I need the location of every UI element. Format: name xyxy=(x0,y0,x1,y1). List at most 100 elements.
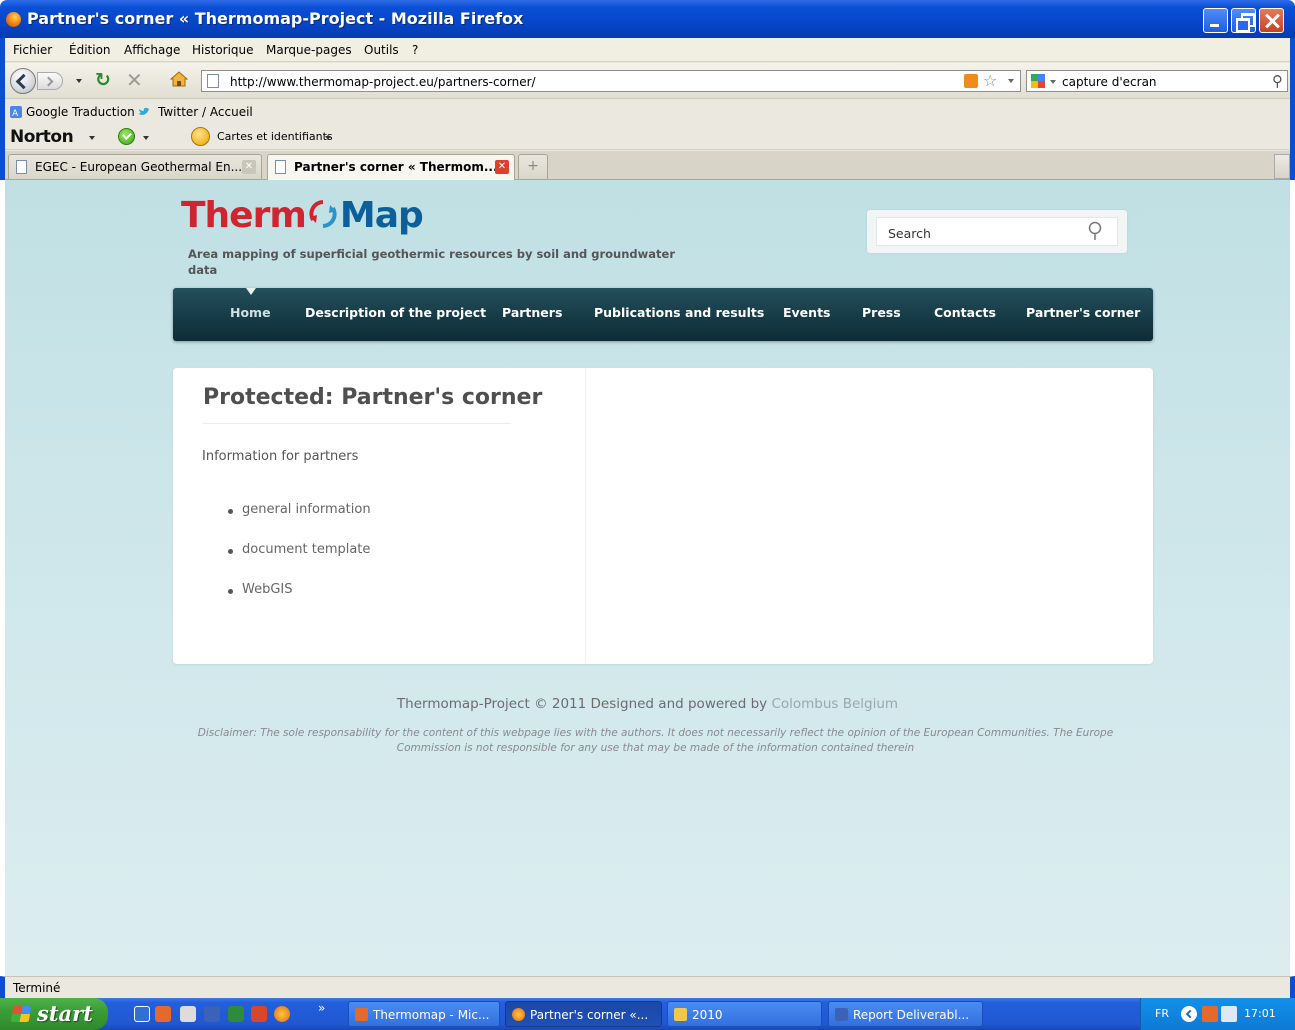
rss-icon[interactable] xyxy=(964,74,978,88)
link-document-template[interactable]: document template xyxy=(227,542,371,582)
svg-text:A: A xyxy=(12,109,19,118)
status-bar: Terminé xyxy=(0,976,1295,998)
norton-safe-check-icon[interactable] xyxy=(118,128,135,145)
scanner-quicklaunch-icon[interactable] xyxy=(180,1006,196,1022)
site-logo[interactable]: Therm Map xyxy=(181,195,424,236)
nav-publications[interactable]: Publications and results xyxy=(594,305,764,320)
word-icon xyxy=(835,1008,848,1021)
close-tab-icon[interactable]: ✕ xyxy=(242,160,256,174)
new-tab-button[interactable]: + xyxy=(518,154,548,179)
search-icon[interactable] xyxy=(1087,221,1105,241)
nav-events[interactable]: Events xyxy=(783,305,830,320)
menu-historique[interactable]: Historique xyxy=(192,43,254,57)
windows-flag-icon xyxy=(10,1006,32,1022)
task-firefox[interactable]: Partner's corner «... xyxy=(505,1001,662,1027)
url-text[interactable]: http://www.thermomap-project.eu/partners… xyxy=(230,75,536,89)
url-bar[interactable]: http://www.thermomap-project.eu/partners… xyxy=(201,70,1021,92)
ie-quicklaunch-icon[interactable] xyxy=(134,1006,150,1022)
tab-list-button[interactable] xyxy=(1274,154,1290,179)
excel-quicklaunch-icon[interactable] xyxy=(228,1006,244,1022)
link-general-information[interactable]: general information xyxy=(227,502,371,542)
window-title-bar[interactable]: Partner's corner « Thermomap-Project - M… xyxy=(0,0,1295,38)
navigation-toolbar: ↻ ✕ http://www.thermomap-project.eu/part… xyxy=(5,63,1290,99)
menu-affichage[interactable]: Affichage xyxy=(124,43,180,57)
tab-egec[interactable]: EGEC - European Geothermal En... ✕ xyxy=(8,154,262,179)
stop-icon[interactable]: ✕ xyxy=(126,68,143,92)
logo-cycle-arrows-icon xyxy=(309,200,337,228)
menu-outils[interactable]: Outils xyxy=(364,43,399,57)
language-indicator[interactable]: FR xyxy=(1155,1007,1169,1020)
page-icon xyxy=(275,160,286,174)
logo-text-therm: Therm xyxy=(181,195,307,236)
norton-dropdown-icon[interactable] xyxy=(89,136,95,140)
bookmark-star-icon[interactable]: ☆ xyxy=(983,71,997,90)
start-button[interactable]: start xyxy=(0,998,108,1030)
reload-icon[interactable]: ↻ xyxy=(95,69,111,91)
active-nav-indicator xyxy=(246,288,256,295)
bookmark-google-traduction[interactable]: Google Traduction xyxy=(26,105,135,119)
folder-icon xyxy=(674,1008,687,1021)
twitter-bird-icon xyxy=(139,107,149,115)
close-tab-icon[interactable]: ✕ xyxy=(495,160,509,174)
maximize-button[interactable] xyxy=(1231,8,1256,33)
back-button[interactable] xyxy=(10,68,36,94)
show-hidden-icons-button[interactable] xyxy=(1181,1006,1197,1022)
page-viewport: Therm Map Area mapping of superficial ge… xyxy=(5,180,1290,976)
menu-help[interactable]: ? xyxy=(412,43,418,57)
menu-fichier[interactable]: Fichier xyxy=(13,43,52,57)
heading-divider xyxy=(203,423,511,424)
network-icon[interactable] xyxy=(1221,1006,1237,1022)
google-translate-icon: A xyxy=(10,106,22,118)
nav-partners-corner[interactable]: Partner's corner xyxy=(1026,305,1140,320)
window-title: Partner's corner « Thermomap-Project - M… xyxy=(27,9,524,28)
cards-dropdown-icon[interactable] xyxy=(325,136,331,140)
nav-contacts[interactable]: Contacts xyxy=(934,305,996,320)
minimize-button[interactable] xyxy=(1203,8,1228,33)
check-dropdown-icon[interactable] xyxy=(143,136,149,140)
nav-home[interactable]: Home xyxy=(230,305,271,320)
column-divider xyxy=(585,368,586,664)
site-search-box: Search xyxy=(867,210,1127,253)
quicklaunch-more-icon[interactable]: » xyxy=(318,1001,325,1015)
google-icon[interactable] xyxy=(1031,74,1045,88)
colombus-link[interactable]: Colombus Belgium xyxy=(771,696,898,712)
outlook-quicklaunch-icon[interactable] xyxy=(155,1006,171,1022)
cards-identifiers-button[interactable]: Cartes et identifiants xyxy=(217,130,333,143)
task-report-deliverable[interactable]: Report Deliverabl... xyxy=(828,1001,983,1027)
nav-partners[interactable]: Partners xyxy=(502,305,562,320)
menu-bar: Fichier Édition Affichage Historique Mar… xyxy=(5,38,1290,62)
powerpoint-quicklaunch-icon[interactable] xyxy=(251,1006,267,1022)
task-folder-2010[interactable]: 2010 xyxy=(667,1001,822,1027)
page-title: Protected: Partner's corner xyxy=(203,385,543,410)
norton-logo[interactable]: Norton xyxy=(10,127,74,147)
task-thermomap-outlook[interactable]: Thermomap - Mic... xyxy=(348,1001,500,1027)
url-dropdown-icon[interactable] xyxy=(1008,79,1014,83)
tab-partners-corner[interactable]: Partner's corner « Thermom... ✕ xyxy=(267,154,515,180)
tab-strip: EGEC - European Geothermal En... ✕ Partn… xyxy=(5,151,1290,180)
copyright-text: Thermomap-Project © 2011 Designed and po… xyxy=(396,696,772,712)
site-search-input[interactable]: Search xyxy=(876,217,1118,246)
home-icon[interactable] xyxy=(170,71,188,87)
firefox-icon xyxy=(6,12,21,27)
menu-marque-pages[interactable]: Marque-pages xyxy=(266,43,352,57)
browser-search-bar[interactable]: capture d'ecran ⚲ xyxy=(1026,70,1288,92)
history-dropdown-icon[interactable] xyxy=(76,79,82,83)
nav-description[interactable]: Description of the project xyxy=(305,305,486,320)
forward-button[interactable] xyxy=(37,72,63,90)
magnifier-icon[interactable]: ⚲ xyxy=(1272,72,1283,90)
bookmark-twitter[interactable]: Twitter / Accueil xyxy=(158,105,253,119)
search-engine-dropdown-icon[interactable] xyxy=(1050,80,1056,84)
main-navigation: Home Description of the project Partners… xyxy=(173,288,1153,341)
word-quicklaunch-icon[interactable] xyxy=(204,1006,220,1022)
nav-press[interactable]: Press xyxy=(862,305,901,320)
close-window-button[interactable] xyxy=(1259,8,1284,33)
browser-search-input[interactable]: capture d'ecran xyxy=(1062,75,1157,89)
link-webgis[interactable]: WebGIS xyxy=(227,582,371,622)
outlook-icon xyxy=(355,1008,368,1021)
tray-app-icon[interactable] xyxy=(1202,1006,1218,1022)
clock: 17:01 xyxy=(1244,1007,1276,1020)
firefox-quicklaunch-icon[interactable] xyxy=(274,1006,290,1022)
menu-edition[interactable]: Édition xyxy=(69,43,111,57)
page-icon xyxy=(207,74,219,88)
norton-toolbar: Norton Cartes et identifiants xyxy=(5,124,1290,150)
